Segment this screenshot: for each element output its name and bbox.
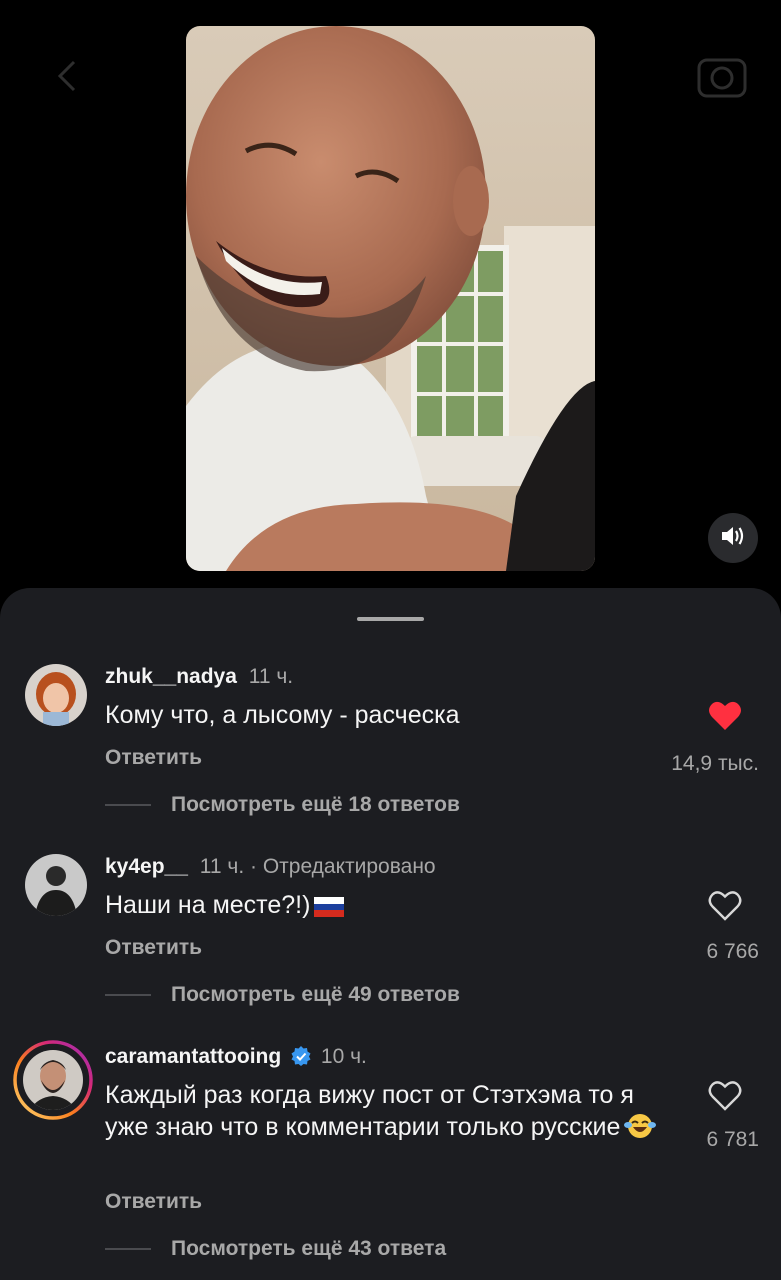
view-more-replies[interactable]: Посмотреть ещё 43 ответа [105, 1236, 446, 1262]
like-count: 6 781 [706, 1128, 759, 1151]
divider-line [105, 1248, 151, 1250]
like-count: 14,9 тыс. [671, 752, 759, 775]
reply-button[interactable]: Ответить [105, 746, 202, 770]
heart-outline-icon[interactable] [707, 1078, 743, 1114]
comment-time: 10 ч. [320, 1045, 367, 1068]
heart-outline-icon[interactable] [707, 888, 743, 924]
chevron-left-icon[interactable] [48, 56, 88, 96]
comment-text-content: Каждый раз когда вижу пост от Стэтхэма т… [105, 1081, 634, 1141]
avatar[interactable] [13, 1040, 93, 1120]
view-more-label: Посмотреть ещё 49 ответов [171, 983, 460, 1006]
comment-username[interactable]: zhuk__nadya [105, 665, 237, 688]
sheet-grab-handle[interactable] [357, 617, 424, 621]
divider-line [105, 804, 151, 806]
russian-flag-emoji [314, 894, 345, 925]
comment-header: ky4ep__ 11 ч. · Отредактировано [105, 854, 436, 880]
heart-filled-icon[interactable] [707, 698, 743, 734]
avatar[interactable] [25, 664, 87, 726]
comment-header: zhuk__nadya 11 ч. [105, 664, 293, 690]
comment-text-content: Наши на месте?!) [105, 891, 311, 919]
comment-text: Кому что, а лысому - расческа [105, 701, 460, 729]
comment-text: Наши на месте?!) [105, 890, 665, 925]
comment-header: caramantattooing 10 ч. [105, 1044, 367, 1073]
comment-time: 11 ч. [248, 665, 294, 688]
view-more-replies[interactable]: Посмотреть ещё 18 ответов [105, 792, 460, 818]
view-more-label: Посмотреть ещё 18 ответов [171, 793, 460, 816]
story-view [0, 0, 781, 600]
reply-button[interactable]: Ответить [105, 936, 202, 960]
comment-time: 11 ч. · Отредактировано [199, 855, 436, 878]
comment-username[interactable]: ky4ep__ [105, 855, 188, 878]
divider-line [105, 994, 151, 996]
avatar[interactable] [25, 854, 87, 916]
video-thumbnail[interactable] [186, 26, 595, 571]
sound-toggle-button[interactable] [708, 513, 758, 563]
laughing-emoji [624, 1111, 657, 1147]
like-count: 6 766 [706, 940, 759, 963]
view-more-replies[interactable]: Посмотреть ещё 49 ответов [105, 982, 460, 1008]
comment-text: Каждый раз когда вижу пост от Стэтхэма т… [105, 1080, 665, 1147]
verified-badge-icon [291, 1046, 311, 1073]
camera-icon[interactable] [696, 52, 748, 100]
reply-button[interactable]: Ответить [105, 1190, 202, 1214]
comments-sheet: zhuk__nadya 11 ч. Кому что, а лысому - р… [0, 588, 781, 1280]
view-more-label: Посмотреть ещё 43 ответа [171, 1237, 447, 1260]
comment-username[interactable]: caramantattooing [105, 1045, 281, 1068]
speaker-icon [720, 525, 746, 552]
